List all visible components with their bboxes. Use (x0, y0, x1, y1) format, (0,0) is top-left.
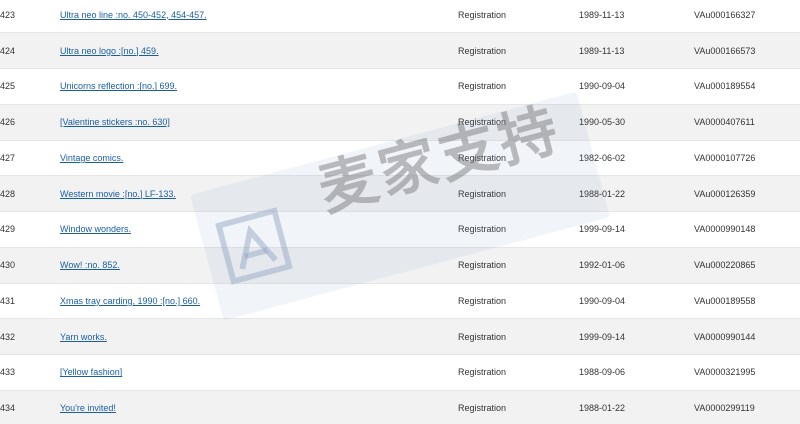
table-row: 426 [Valentine stickers :no. 630] Regist… (0, 104, 800, 141)
type-cell: Registration (458, 390, 579, 424)
registration-number-cell: VAu000189554 (694, 68, 800, 105)
type-cell: Registration (458, 104, 579, 141)
date-cell: 1999-09-14 (579, 318, 694, 355)
registration-number-cell: VA0000990144 (694, 318, 800, 355)
table-row: 428 Western movie :[no.] LF-133. Registr… (0, 175, 800, 212)
date-cell: 1990-05-30 (579, 104, 694, 141)
title-cell: Ultra neo line :no. 450-452, 454-457. (60, 0, 458, 34)
row-number: 425 (0, 68, 60, 105)
title-cell: Western movie :[no.] LF-133. (60, 175, 458, 212)
title-cell: Unicorns reflection :[no.] 699. (60, 68, 458, 105)
date-cell: 1988-09-06 (579, 354, 694, 391)
row-number: 429 (0, 211, 60, 248)
table-row: 427 Vintage comics. Registration 1982-06… (0, 140, 800, 177)
registration-number-cell: VA0000990148 (694, 211, 800, 248)
registration-number-cell: VA0000299119 (694, 390, 800, 424)
title-link[interactable]: [Yellow fashion] (60, 367, 122, 377)
type-cell: Registration (458, 68, 579, 105)
title-link[interactable]: Western movie :[no.] LF-133. (60, 189, 176, 199)
date-cell: 1988-01-22 (579, 175, 694, 212)
row-number: 427 (0, 140, 60, 177)
date-cell: 1992-01-06 (579, 247, 694, 284)
title-cell: Vintage comics. (60, 140, 458, 177)
table-row: 429 Window wonders. Registration 1999-09… (0, 211, 800, 248)
row-number: 428 (0, 175, 60, 212)
type-cell: Registration (458, 247, 579, 284)
date-cell: 1990-09-04 (579, 283, 694, 320)
date-cell: 1988-01-22 (579, 390, 694, 424)
records-table-body: 423 Ultra neo line :no. 450-452, 454-457… (0, 0, 800, 424)
title-cell: You're invited! (60, 390, 458, 424)
registration-number-cell: VAu000126359 (694, 175, 800, 212)
table-row: 433 [Yellow fashion] Registration 1988-0… (0, 354, 800, 391)
title-cell: Wow! :no. 852. (60, 247, 458, 284)
date-cell: 1999-09-14 (579, 211, 694, 248)
title-link[interactable]: Wow! :no. 852. (60, 260, 120, 270)
row-number: 430 (0, 247, 60, 284)
date-cell: 1982-06-02 (579, 140, 694, 177)
type-cell: Registration (458, 32, 579, 69)
registration-number-cell: VAu000220865 (694, 247, 800, 284)
title-cell: [Valentine stickers :no. 630] (60, 104, 458, 141)
title-cell: Yarn works. (60, 318, 458, 355)
table-row: 434 You're invited! Registration 1988-01… (0, 390, 800, 424)
type-cell: Registration (458, 283, 579, 320)
registration-number-cell: VAu000166327 (694, 0, 800, 34)
type-cell: Registration (458, 318, 579, 355)
title-link[interactable]: Window wonders. (60, 224, 131, 234)
row-number: 431 (0, 283, 60, 320)
title-link[interactable]: Xmas tray carding, 1990 :[no.] 660. (60, 296, 200, 306)
type-cell: Registration (458, 211, 579, 248)
type-cell: Registration (458, 354, 579, 391)
row-number: 424 (0, 32, 60, 69)
date-cell: 1989-11-13 (579, 32, 694, 69)
row-number: 434 (0, 390, 60, 424)
table-row: 423 Ultra neo line :no. 450-452, 454-457… (0, 0, 800, 34)
title-link[interactable]: Yarn works. (60, 332, 107, 342)
title-cell: Xmas tray carding, 1990 :[no.] 660. (60, 283, 458, 320)
type-cell: Registration (458, 175, 579, 212)
row-number: 433 (0, 354, 60, 391)
title-link[interactable]: [Valentine stickers :no. 630] (60, 117, 170, 127)
row-number: 426 (0, 104, 60, 141)
title-link[interactable]: Vintage comics. (60, 153, 123, 163)
records-page: 423 Ultra neo line :no. 450-452, 454-457… (0, 0, 800, 424)
title-link[interactable]: Ultra neo logo :[no.] 459. (60, 46, 159, 56)
registration-number-cell: VA0000407611 (694, 104, 800, 141)
table-row: 431 Xmas tray carding, 1990 :[no.] 660. … (0, 283, 800, 320)
registration-number-cell: VA0000321995 (694, 354, 800, 391)
date-cell: 1989-11-13 (579, 0, 694, 34)
registration-number-cell: VAu000166573 (694, 32, 800, 69)
row-number: 423 (0, 0, 60, 34)
title-cell: Window wonders. (60, 211, 458, 248)
title-link[interactable]: You're invited! (60, 403, 116, 413)
title-link[interactable]: Ultra neo line :no. 450-452, 454-457. (60, 10, 207, 20)
type-cell: Registration (458, 140, 579, 177)
table-row: 430 Wow! :no. 852. Registration 1992-01-… (0, 247, 800, 284)
table-row: 432 Yarn works. Registration 1999-09-14 … (0, 318, 800, 355)
date-cell: 1990-09-04 (579, 68, 694, 105)
title-link[interactable]: Unicorns reflection :[no.] 699. (60, 81, 177, 91)
registration-number-cell: VAu000189558 (694, 283, 800, 320)
row-number: 432 (0, 318, 60, 355)
title-cell: Ultra neo logo :[no.] 459. (60, 32, 458, 69)
table-row: 425 Unicorns reflection :[no.] 699. Regi… (0, 68, 800, 105)
registration-number-cell: VA0000107726 (694, 140, 800, 177)
title-cell: [Yellow fashion] (60, 354, 458, 391)
records-table: 423 Ultra neo line :no. 450-452, 454-457… (0, 0, 800, 424)
type-cell: Registration (458, 0, 579, 34)
table-row: 424 Ultra neo logo :[no.] 459. Registrat… (0, 32, 800, 69)
